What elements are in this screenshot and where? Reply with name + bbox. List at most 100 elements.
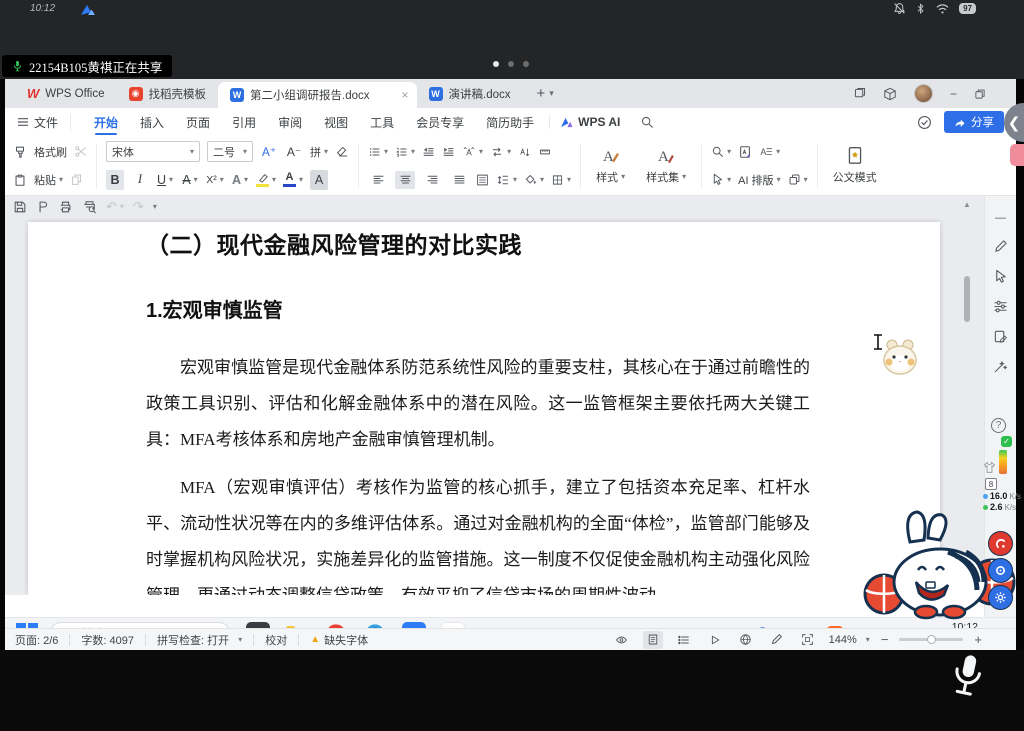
layers-button[interactable]: ▾	[788, 173, 808, 186]
menu-item-view[interactable]: 视图	[313, 108, 359, 136]
font-size-select[interactable]: 二号▾	[207, 141, 253, 162]
format-painter-label[interactable]: 格式刷	[34, 144, 67, 160]
document-page[interactable]: （二）现代金融风险管理的对比实践 1.宏观审慎监管 宏观审慎监管是现代金融体系防…	[28, 222, 940, 595]
menu-item-resume-assistant[interactable]: 简历助手	[475, 108, 545, 136]
ai-document-icon[interactable]	[738, 145, 752, 159]
font-color-button[interactable]: A ▾	[283, 170, 303, 190]
align-left-button[interactable]	[368, 171, 388, 189]
undo-button[interactable]: ↶▾	[106, 199, 124, 215]
word-count[interactable]: 字数: 4097	[81, 632, 134, 648]
print-icon[interactable]	[58, 200, 73, 214]
increase-indent-icon[interactable]	[442, 146, 455, 158]
magic-wand-icon[interactable]	[993, 359, 1008, 374]
bold-button[interactable]: B	[106, 170, 124, 190]
shrink-font-button[interactable]: A⁻	[285, 142, 303, 162]
share-button[interactable]: 分享	[944, 111, 1004, 133]
align-right-button[interactable]	[422, 171, 442, 189]
paste-icon[interactable]	[13, 173, 27, 187]
spellcheck-toggle[interactable]: 拼写检查: 打开 ▾	[157, 632, 242, 648]
paste-button[interactable]: 粘贴▾	[34, 172, 63, 188]
borders-button[interactable]: ▾	[551, 174, 571, 186]
outline-view-icon[interactable]	[674, 631, 694, 649]
text-tool-button[interactable]: A▾	[759, 145, 780, 158]
workspace-cube-icon[interactable]	[883, 87, 897, 101]
text-direction-button[interactable]: ▾	[490, 146, 511, 158]
settings-gear-button[interactable]	[988, 585, 1013, 610]
missing-fonts-button[interactable]: 缺失字体	[324, 632, 368, 648]
grow-font-button[interactable]: A⁺	[260, 142, 278, 162]
clear-format-icon[interactable]	[335, 145, 349, 158]
annotate-pen-icon[interactable]	[993, 239, 1008, 254]
print-preview-icon[interactable]	[82, 200, 97, 214]
fit-screen-icon[interactable]	[798, 631, 818, 649]
menu-item-reference[interactable]: 引用	[221, 108, 267, 136]
character-scaling-button[interactable]: ▾	[462, 146, 483, 158]
text-layout-icon[interactable]	[538, 146, 552, 158]
scrollbar-thumb[interactable]	[964, 276, 970, 322]
menu-search-icon[interactable]	[630, 115, 664, 129]
strikethrough-button[interactable]: A▾	[181, 170, 199, 190]
settings-sliders-icon[interactable]	[993, 299, 1008, 314]
cloud-saved-icon[interactable]	[917, 115, 932, 130]
zoom-out-button[interactable]: −	[881, 632, 889, 647]
superscript-button[interactable]: X²▾	[206, 170, 224, 190]
highlight-color-button[interactable]: ▾	[256, 170, 276, 190]
pointer-icon[interactable]	[993, 269, 1008, 284]
zoom-level-select[interactable]: 144% ▾	[829, 634, 870, 646]
cut-icon[interactable]	[74, 145, 87, 158]
menu-item-review[interactable]: 审阅	[267, 108, 313, 136]
scroll-up-icon[interactable]: ▲	[962, 200, 972, 210]
tab-speech-doc[interactable]: W 演讲稿.docx	[417, 79, 523, 108]
read-mode-icon[interactable]	[705, 631, 725, 649]
justify-button[interactable]	[449, 171, 469, 189]
copy-icon[interactable]	[70, 173, 83, 186]
underline-button[interactable]: U▾	[156, 170, 174, 190]
page-view-icon[interactable]	[643, 631, 663, 649]
record-tool-button[interactable]	[988, 531, 1013, 556]
zoom-slider-knob[interactable]	[927, 635, 936, 644]
select-tool-button[interactable]: ▾	[711, 173, 731, 186]
text-effects-button[interactable]: A▾	[231, 170, 249, 190]
pinyin-guide-button[interactable]: 拼▾	[310, 142, 328, 162]
save-icon[interactable]	[13, 200, 27, 214]
menu-item-home[interactable]: 开始	[83, 108, 129, 136]
decrease-indent-icon[interactable]	[422, 146, 435, 158]
style-set-button[interactable]: A 样式集▾	[640, 146, 692, 185]
menu-item-tools[interactable]: 工具	[359, 108, 405, 136]
doc-edit-icon[interactable]	[993, 329, 1008, 344]
sort-icon[interactable]	[518, 146, 531, 158]
line-spacing-button[interactable]: ▾	[496, 174, 517, 186]
tab-docer-templates[interactable]: ◉ 找稻壳模板	[117, 79, 219, 108]
align-center-button[interactable]	[395, 171, 415, 189]
format-painter-icon[interactable]	[13, 145, 27, 159]
floating-pink-tab[interactable]	[1010, 144, 1024, 166]
user-avatar[interactable]	[914, 84, 933, 103]
bullet-list-button[interactable]: ▾	[368, 146, 388, 158]
menu-file[interactable]: 文件	[17, 114, 71, 131]
tools-button[interactable]	[988, 558, 1013, 583]
ink-annotate-icon[interactable]	[767, 631, 787, 649]
export-pdf-icon[interactable]	[36, 200, 49, 214]
tab-wps-home[interactable]: W WPS Office	[15, 79, 117, 108]
protect-eye-icon[interactable]	[612, 631, 632, 649]
find-replace-button[interactable]: ▾	[711, 145, 731, 158]
menu-item-insert[interactable]: 插入	[129, 108, 175, 136]
character-shading-button[interactable]: A	[310, 170, 328, 190]
minimize-window-button[interactable]: −	[950, 87, 957, 101]
proofread-button[interactable]: 校对	[265, 632, 287, 648]
distribute-button[interactable]	[476, 174, 489, 186]
redo-button[interactable]: ↷	[133, 199, 144, 215]
menu-item-membership[interactable]: 会员专享	[405, 108, 475, 136]
tab-list-chevron-icon[interactable]: ▾	[549, 89, 554, 98]
ai-typeset-button[interactable]: AI 排版▾	[738, 172, 780, 188]
web-layout-icon[interactable]	[736, 631, 756, 649]
styles-button[interactable]: A 样式▾	[590, 146, 631, 185]
font-name-select[interactable]: 宋体▾	[106, 141, 200, 162]
tab-report-doc[interactable]: W 第二小组调研报告.docx ×	[218, 82, 417, 108]
zoom-in-button[interactable]: +	[974, 632, 982, 647]
help-icon[interactable]: ?	[991, 418, 1006, 433]
shading-button[interactable]: ▾	[524, 174, 544, 186]
zoom-slider[interactable]	[899, 638, 963, 641]
collapse-rail-button[interactable]: —	[995, 212, 1006, 224]
quickbar-customize-chevron-icon[interactable]: ▾	[153, 203, 157, 211]
